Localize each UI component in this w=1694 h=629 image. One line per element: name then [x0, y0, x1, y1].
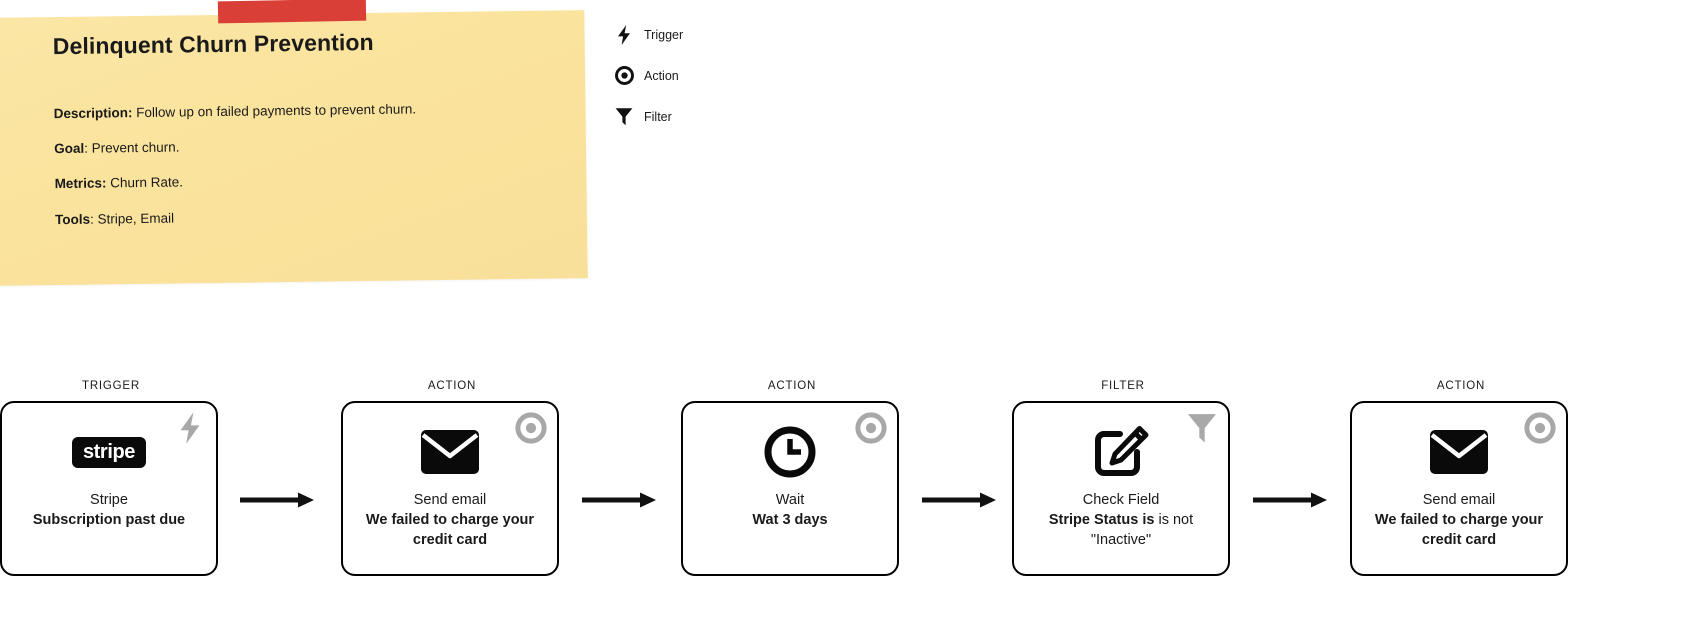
note-label-description: Description: [53, 105, 133, 122]
node-title: Stripe Status is is not "Inactive" [1048, 512, 1194, 548]
stripe-wordmark: stripe [71, 436, 147, 468]
note-label-tools: Tools [55, 211, 91, 228]
note-row-goal: Goal: Prevent churn. [54, 140, 180, 157]
node-title: We failed to charge your credit card [1374, 512, 1544, 548]
flow-node-action-send-email-1[interactable]: ACTION Send email We failed to charge yo… [341, 380, 563, 576]
envelope-icon [1430, 424, 1488, 480]
node-subtitle: Send email [413, 492, 487, 508]
lightning-bolt-icon [612, 24, 636, 46]
node-text-block: Send email We failed to charge your cred… [343, 490, 557, 550]
node-card[interactable]: Send email We failed to charge your cred… [341, 401, 559, 576]
note-label-metrics: Metrics: [54, 175, 107, 192]
flow-arrow-1 [240, 490, 318, 510]
flow-arrow-3 [922, 490, 1000, 510]
workflow-diagram: TRIGGER stripe Stripe Subscription past … [0, 380, 1694, 629]
flow-arrow-4 [1253, 490, 1331, 510]
target-icon [1523, 411, 1557, 445]
legend: Trigger Action Filter [612, 14, 812, 137]
node-title: Subscription past due [32, 512, 186, 529]
target-icon [514, 411, 548, 445]
clock-icon [763, 424, 817, 480]
node-subtitle: Check Field [1082, 492, 1160, 508]
flow-arrow-2 [582, 490, 660, 510]
node-card[interactable]: Send email We failed to charge your cred… [1350, 401, 1568, 576]
node-text-block: Wait Wat 3 days [683, 490, 897, 531]
funnel-icon [612, 106, 636, 128]
node-text-block: Send email We failed to charge your cred… [1352, 490, 1566, 550]
flow-node-trigger-stripe[interactable]: TRIGGER stripe Stripe Subscription past … [0, 380, 222, 576]
node-kind-label: TRIGGER [82, 380, 140, 392]
flow-node-action-send-email-2[interactable]: ACTION Send email We failed to charge yo… [1350, 380, 1572, 576]
lightning-bolt-icon [173, 411, 207, 445]
page-title: Delinquent Churn Prevention [52, 28, 374, 60]
node-kind-label: ACTION [1436, 380, 1486, 392]
tape-strip [217, 0, 367, 24]
node-title: Wat 3 days [752, 512, 828, 529]
node-kind-label: ACTION [427, 380, 477, 392]
target-icon [612, 65, 636, 87]
stripe-logo: stripe [71, 424, 147, 480]
flow-node-action-wait[interactable]: ACTION Wait Wat 3 days [681, 380, 903, 576]
node-subtitle: Wait [775, 492, 805, 508]
note-label-goal: Goal [54, 140, 85, 157]
target-icon [854, 411, 888, 445]
sticky-note-content: Delinquent Churn Prevention Description:… [0, 0, 594, 272]
legend-item-action: Action [612, 55, 812, 96]
funnel-icon [1185, 411, 1219, 445]
envelope-icon [421, 424, 479, 480]
node-text-block: Check Field Stripe Status is is not "Ina… [1014, 490, 1228, 550]
node-subtitle: Send email [1422, 492, 1496, 508]
flow-node-filter-check-field[interactable]: FILTER Check Field Stripe Status is is n… [1012, 380, 1234, 576]
node-card[interactable]: stripe Stripe Subscription past due [0, 401, 218, 576]
note-row-tools: Tools: Stripe, Email [55, 211, 174, 228]
legend-label-action: Action [644, 68, 679, 83]
note-value-description: Follow up on failed payments to prevent … [132, 101, 417, 121]
note-value-metrics: Churn Rate. [106, 174, 184, 191]
legend-label-trigger: Trigger [644, 27, 684, 42]
note-value-tools: : Stripe, Email [89, 210, 175, 227]
node-kind-label: ACTION [767, 380, 817, 392]
legend-item-filter: Filter [612, 96, 812, 137]
note-row-description: Description: Follow up on failed payment… [54, 101, 417, 121]
edit-field-icon [1093, 424, 1149, 480]
node-card[interactable]: Wait Wat 3 days [681, 401, 899, 576]
node-title: We failed to charge your credit card [365, 512, 535, 548]
node-card[interactable]: Check Field Stripe Status is is not "Ina… [1012, 401, 1230, 576]
legend-label-filter: Filter [644, 109, 672, 124]
note-row-metrics: Metrics: Churn Rate. [55, 174, 183, 191]
node-text-block: Stripe Subscription past due [2, 490, 216, 531]
node-subtitle: Stripe [90, 492, 128, 508]
node-kind-label: FILTER [1101, 380, 1145, 392]
note-value-goal: : Prevent churn. [84, 139, 180, 156]
legend-item-trigger: Trigger [612, 14, 812, 55]
